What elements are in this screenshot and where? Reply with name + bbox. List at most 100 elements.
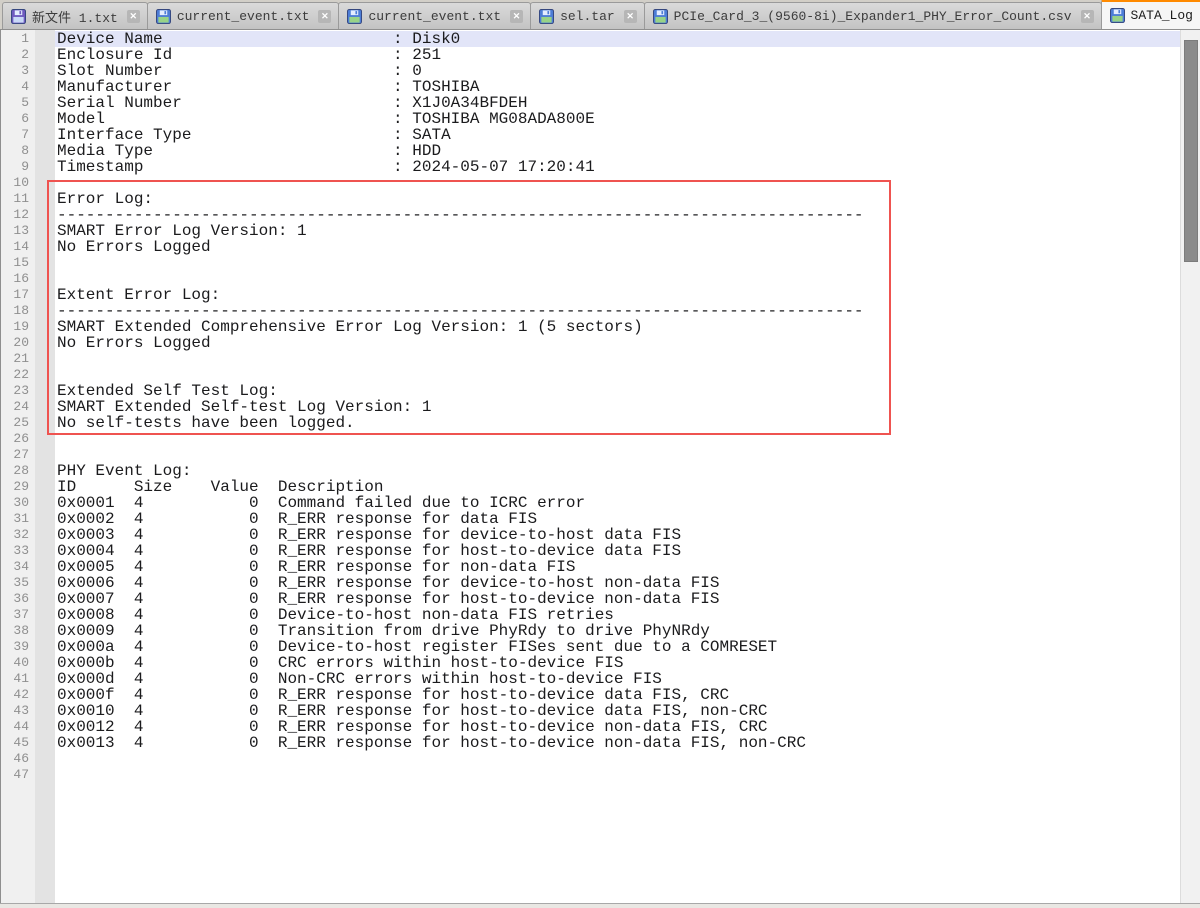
editor-line[interactable]: No self-tests have been logged. — [55, 415, 1180, 431]
editor-line[interactable]: 0x0007 4 0 R_ERR response for host-to-de… — [55, 591, 1180, 607]
editor-line[interactable]: SMART Error Log Version: 1 — [55, 223, 1180, 239]
tab-4[interactable]: sel.tar ✕ — [530, 2, 645, 29]
close-tab-icon[interactable]: ✕ — [1081, 10, 1094, 23]
editor-line[interactable]: Device Name : Disk0 — [55, 31, 1180, 47]
line-number: 5 — [1, 95, 35, 111]
editor-line[interactable]: Extended Self Test Log: — [55, 383, 1180, 399]
editor-line[interactable]: 0x0009 4 0 Transition from drive PhyRdy … — [55, 623, 1180, 639]
editor-line[interactable] — [55, 367, 1180, 383]
editor-line[interactable] — [55, 351, 1180, 367]
line-number: 40 — [1, 655, 35, 671]
editor-line[interactable] — [55, 271, 1180, 287]
editor-line[interactable]: 0x0013 4 0 R_ERR response for host-to-de… — [55, 735, 1180, 751]
line-number: 4 — [1, 79, 35, 95]
floppy-blue-icon — [539, 9, 554, 24]
editor-line[interactable]: Error Log: — [55, 191, 1180, 207]
scrollbar-thumb[interactable] — [1184, 40, 1198, 262]
editor-line[interactable]: Extent Error Log: — [55, 287, 1180, 303]
editor-line[interactable]: No Errors Logged — [55, 239, 1180, 255]
line-number: 6 — [1, 111, 35, 127]
editor-area: 1234567891011121314151617181920212223242… — [0, 30, 1200, 903]
line-number: 45 — [1, 735, 35, 751]
editor-line[interactable] — [55, 767, 1180, 783]
tab-3[interactable]: current_event.txt✕ — [338, 2, 531, 29]
editor-line[interactable]: PHY Event Log: — [55, 463, 1180, 479]
line-number: 26 — [1, 431, 35, 447]
editor-line[interactable]: 0x000d 4 0 Non-CRC errors within host-to… — [55, 671, 1180, 687]
line-number: 3 — [1, 63, 35, 79]
editor-line[interactable]: 0x000a 4 0 Device-to-host register FISes… — [55, 639, 1180, 655]
line-number: 42 — [1, 687, 35, 703]
line-number: 44 — [1, 719, 35, 735]
tab-5[interactable]: PCIe_Card_3_(9560-8i)_Expander1_PHY_Erro… — [644, 2, 1102, 29]
line-number: 21 — [1, 351, 35, 367]
line-number: 28 — [1, 463, 35, 479]
line-number: 34 — [1, 559, 35, 575]
vertical-scrollbar[interactable] — [1180, 30, 1200, 903]
tab-1[interactable]: 新文件 1.txt ✕ — [2, 2, 148, 29]
editor-line[interactable] — [55, 255, 1180, 271]
editor-line[interactable]: 0x0010 4 0 R_ERR response for host-to-de… — [55, 703, 1180, 719]
line-number: 35 — [1, 575, 35, 591]
line-number: 23 — [1, 383, 35, 399]
close-tab-icon[interactable]: ✕ — [510, 10, 523, 23]
line-number: 20 — [1, 335, 35, 351]
floppy-blue-icon — [1110, 8, 1125, 23]
editor-line[interactable]: Timestamp : 2024-05-07 17:20:41 — [55, 159, 1180, 175]
line-number: 47 — [1, 767, 35, 783]
editor-line[interactable]: Manufacturer : TOSHIBA — [55, 79, 1180, 95]
editor-line[interactable]: 0x0004 4 0 R_ERR response for host-to-de… — [55, 543, 1180, 559]
line-number: 2 — [1, 47, 35, 63]
tab-label: 新文件 1.txt — [32, 7, 118, 26]
editor-line[interactable]: 0x000b 4 0 CRC errors within host-to-dev… — [55, 655, 1180, 671]
editor-line[interactable]: 0x0008 4 0 Device-to-host non-data FIS r… — [55, 607, 1180, 623]
tab-label: sel.tar — [560, 9, 615, 24]
close-tab-icon[interactable]: ✕ — [127, 10, 140, 23]
close-tab-icon[interactable]: ✕ — [624, 10, 637, 23]
editor-line[interactable]: 0x0003 4 0 R_ERR response for device-to-… — [55, 527, 1180, 543]
editor-line[interactable] — [55, 431, 1180, 447]
line-number: 29 — [1, 479, 35, 495]
line-number: 18 — [1, 303, 35, 319]
editor-line[interactable]: 0x000f 4 0 R_ERR response for host-to-de… — [55, 687, 1180, 703]
line-number: 36 — [1, 591, 35, 607]
editor-line[interactable]: SMART Extended Comprehensive Error Log V… — [55, 319, 1180, 335]
editor-line[interactable] — [55, 175, 1180, 191]
line-number: 17 — [1, 287, 35, 303]
bookmark-margin[interactable] — [35, 30, 55, 903]
close-tab-icon[interactable]: ✕ — [318, 10, 331, 23]
line-number: 37 — [1, 607, 35, 623]
floppy-purple-icon — [11, 9, 26, 24]
editor-line[interactable]: 0x0012 4 0 R_ERR response for host-to-de… — [55, 719, 1180, 735]
editor-line[interactable]: ----------------------------------------… — [55, 303, 1180, 319]
line-number: 38 — [1, 623, 35, 639]
line-number: 16 — [1, 271, 35, 287]
editor-line[interactable]: ----------------------------------------… — [55, 207, 1180, 223]
editor-line[interactable]: Slot Number : 0 — [55, 63, 1180, 79]
floppy-blue-icon — [653, 9, 668, 24]
editor-line[interactable]: ID Size Value Description — [55, 479, 1180, 495]
editor-line[interactable]: 0x0001 4 0 Command failed due to ICRC er… — [55, 495, 1180, 511]
editor-line[interactable] — [55, 751, 1180, 767]
editor-line[interactable]: 0x0005 4 0 R_ERR response for non-data F… — [55, 559, 1180, 575]
editor-line[interactable]: 0x0002 4 0 R_ERR response for data FIS — [55, 511, 1180, 527]
editor-line[interactable]: Media Type : HDD — [55, 143, 1180, 159]
editor-line[interactable]: SMART Extended Self-test Log Version: 1 — [55, 399, 1180, 415]
text-area[interactable]: Device Name : Disk0Enclosure Id : 251Slo… — [55, 30, 1180, 903]
line-number: 24 — [1, 399, 35, 415]
editor-line[interactable]: Model : TOSHIBA MG08ADA800E — [55, 111, 1180, 127]
editor-line[interactable]: Serial Number : X1J0A34BFDEH — [55, 95, 1180, 111]
editor-line[interactable]: Interface Type : SATA — [55, 127, 1180, 143]
line-number: 31 — [1, 511, 35, 527]
editor-line[interactable]: No Errors Logged — [55, 335, 1180, 351]
text-editor-window: 新文件 1.txt✕current_event.txt✕current_even… — [0, 0, 1200, 908]
editor-line[interactable]: 0x0006 4 0 R_ERR response for device-to-… — [55, 575, 1180, 591]
editor-line[interactable]: Enclosure Id : 251 — [55, 47, 1180, 63]
tab-2[interactable]: current_event.txt✕ — [147, 2, 340, 29]
line-number: 27 — [1, 447, 35, 463]
editor-line[interactable] — [55, 447, 1180, 463]
line-number: 46 — [1, 751, 35, 767]
tab-6[interactable]: SATA_Log✕ — [1101, 0, 1200, 29]
line-number: 10 — [1, 175, 35, 191]
line-number: 9 — [1, 159, 35, 175]
